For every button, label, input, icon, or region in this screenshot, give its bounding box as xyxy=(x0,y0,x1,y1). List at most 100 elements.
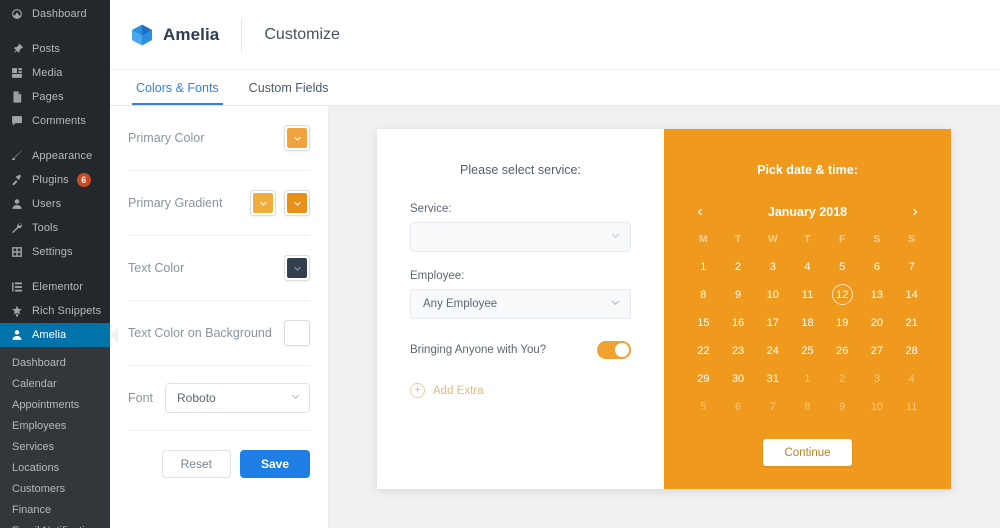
calendar-day[interactable]: 3 xyxy=(762,256,783,277)
next-month-icon[interactable]: › xyxy=(907,204,923,220)
wordpress-admin-sidebar: Dashboard Posts Media Pages Comments Appearan… xyxy=(0,0,118,528)
continue-button[interactable]: Continue xyxy=(763,439,852,466)
submenu-item-services[interactable]: Services xyxy=(0,437,110,458)
submenu-item-employees[interactable]: Employees xyxy=(0,416,110,437)
sidebar-item-posts[interactable]: Posts xyxy=(0,37,110,61)
calendar-day[interactable]: 21 xyxy=(901,312,922,333)
calendar-day[interactable]: 20 xyxy=(866,312,887,333)
booking-form-preview: Please select service: Service: Employee… xyxy=(328,106,1000,528)
calendar-day[interactable]: 15 xyxy=(693,312,714,333)
calendar-day[interactable]: 31 xyxy=(762,368,783,389)
submenu-item-locations[interactable]: Locations xyxy=(0,458,110,479)
sidebar-item-label: Tools xyxy=(32,222,59,234)
settings-actions: Reset Save xyxy=(128,431,310,497)
calendar-day[interactable]: 9 xyxy=(728,284,749,305)
calendar-day[interactable]: 2 xyxy=(728,256,749,277)
bringing-anyone-row: Bringing Anyone with You? xyxy=(410,341,631,359)
sidebar-item-users[interactable]: Users xyxy=(0,192,110,216)
calendar-day[interactable]: 1 xyxy=(693,256,714,277)
calendar-day[interactable]: 10 xyxy=(762,284,783,305)
calendar-day[interactable]: 28 xyxy=(901,340,922,361)
sidebar-item-pages[interactable]: Pages xyxy=(0,85,110,109)
calendar-day[interactable]: 11 xyxy=(797,284,818,305)
setting-label: Primary Gradient xyxy=(128,196,223,210)
color-swatch-text-color[interactable] xyxy=(284,255,310,281)
swatch-group xyxy=(284,255,310,281)
calendar-day[interactable]: 14 xyxy=(901,284,922,305)
calendar-day[interactable]: 25 xyxy=(797,340,818,361)
prev-month-icon[interactable]: ‹ xyxy=(692,204,708,220)
calendar-day[interactable]: 24 xyxy=(762,340,783,361)
calendar-day[interactable]: 4 xyxy=(797,256,818,277)
calendar-day: 2 xyxy=(839,372,846,385)
setting-row-primary-color: Primary Color xyxy=(128,106,310,171)
submenu-item-customers[interactable]: Customers xyxy=(0,479,110,500)
sidebar-item-label: Media xyxy=(32,67,63,79)
chevron-down-icon xyxy=(610,297,621,311)
calendar-day[interactable]: 29 xyxy=(693,368,714,389)
swatch-fill xyxy=(253,193,273,213)
save-button[interactable]: Save xyxy=(239,450,310,478)
chevron-down-icon xyxy=(610,230,621,244)
sidebar-item-dashboard[interactable]: Dashboard xyxy=(0,2,110,26)
page-title: Customize xyxy=(264,25,340,43)
calendar-day[interactable]: 22 xyxy=(693,340,714,361)
add-extra-button[interactable]: + Add Extra xyxy=(410,383,631,398)
submenu-item-appointments[interactable]: Appointments xyxy=(0,395,110,416)
bringing-anyone-toggle[interactable] xyxy=(597,341,631,359)
submenu-item-email-notifications[interactable]: Email Notifications xyxy=(0,521,110,528)
sidebar-item-amelia[interactable]: Amelia xyxy=(0,323,118,347)
calendar-day[interactable]: 5 xyxy=(832,256,853,277)
calendar-day: 4 xyxy=(908,372,915,385)
calendar-day[interactable]: 12 xyxy=(831,284,853,305)
submenu-item-finance[interactable]: Finance xyxy=(0,500,110,521)
sidebar-item-media[interactable]: Media xyxy=(0,61,110,85)
sidebar-item-comments[interactable]: Comments xyxy=(0,109,110,133)
user-icon xyxy=(9,197,24,212)
calendar-day[interactable]: 19 xyxy=(832,312,853,333)
sidebar-item-plugins[interactable]: Plugins 6 xyxy=(0,168,110,192)
calendar-day: 8 xyxy=(804,400,811,413)
calendar-day[interactable]: 30 xyxy=(728,368,749,389)
page-icon xyxy=(9,90,24,105)
star-icon xyxy=(9,304,24,319)
calendar-day[interactable]: 18 xyxy=(797,312,818,333)
employee-select[interactable]: Any Employee xyxy=(410,289,631,319)
tab-colors-fonts[interactable]: Colors & Fonts xyxy=(132,70,223,105)
calendar-day: 7 xyxy=(769,400,776,413)
calendar-day[interactable]: 17 xyxy=(762,312,783,333)
calendar-dow-3: T xyxy=(804,233,811,245)
sidebar-item-elementor[interactable]: Elementor xyxy=(0,275,110,299)
continue-wrap: Continue xyxy=(763,439,852,466)
amelia-submenu: Dashboard Calendar Appointments Employees Se… xyxy=(0,347,110,528)
calendar-day[interactable]: 16 xyxy=(728,312,749,333)
sidebar-item-tools[interactable]: Tools xyxy=(0,216,110,240)
swatch-fill xyxy=(287,193,307,213)
calendar-day: 5 xyxy=(700,400,707,413)
font-select[interactable]: Roboto xyxy=(165,383,310,413)
calendar-day[interactable]: 23 xyxy=(728,340,749,361)
calendar-day[interactable]: 7 xyxy=(901,256,922,277)
submenu-item-calendar[interactable]: Calendar xyxy=(0,374,110,395)
sidebar-separator xyxy=(0,26,110,37)
select-service-heading: Please select service: xyxy=(460,163,581,177)
color-swatch-primary-color[interactable] xyxy=(284,125,310,151)
submenu-item-dashboard[interactable]: Dashboard xyxy=(0,353,110,374)
body-area: Primary Color Primary Gradient Text Color T… xyxy=(110,106,1000,528)
tab-custom-fields[interactable]: Custom Fields xyxy=(245,70,333,105)
sidebar-item-settings[interactable]: Settings xyxy=(0,240,110,264)
sidebar-item-rich-snippets[interactable]: Rich Snippets xyxy=(0,299,110,323)
calendar-day[interactable]: 26 xyxy=(832,340,853,361)
calendar-day[interactable]: 27 xyxy=(866,340,887,361)
service-select[interactable] xyxy=(410,222,631,252)
calendar-day[interactable]: 6 xyxy=(866,256,887,277)
calendar-day[interactable]: 13 xyxy=(866,284,887,305)
sidebar-item-appearance[interactable]: Appearance xyxy=(0,144,110,168)
booking-widget: Please select service: Service: Employee… xyxy=(377,129,951,489)
color-swatch-primary-gradient-2[interactable] xyxy=(284,190,310,216)
color-swatch-text-color-on-background[interactable] xyxy=(284,320,310,346)
calendar-day[interactable]: 8 xyxy=(693,284,714,305)
color-swatch-primary-gradient-1[interactable] xyxy=(250,190,276,216)
calendar-grid: M T W T F S S 1 2 3 4 5 6 7 8 9 10 11 12 13 14 15 16 17 18 19 20 21… xyxy=(686,233,929,417)
reset-button[interactable]: Reset xyxy=(161,450,231,478)
